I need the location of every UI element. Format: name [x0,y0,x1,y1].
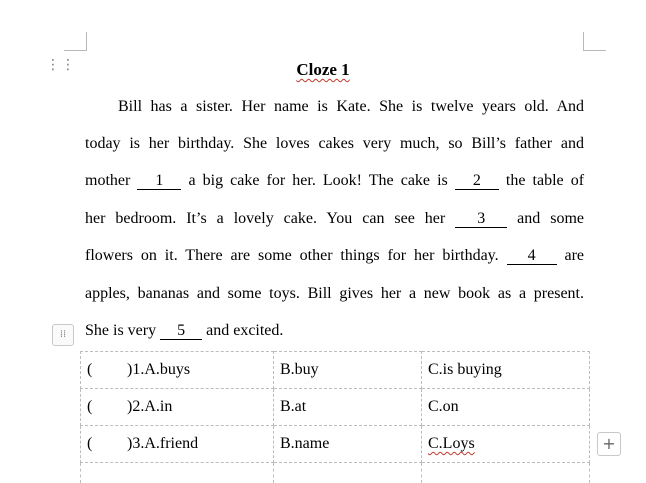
text-segment: She is very [85,322,156,339]
table-row: ()1.A.buys B.buy C.is buying [81,352,590,389]
passage-line-6: apples, bananas and some toys. Bill give… [85,285,584,303]
option-c-cell[interactable]: C.Loys [422,426,590,463]
table-row: ()3.A.friend B.name C.Loys [81,426,590,463]
passage-line-3: mother 1 a big cake for her. Look! The c… [85,172,584,190]
option-b-cell[interactable] [274,463,422,483]
answer-paren: ( [87,435,127,453]
option-a: )3.A.friend [127,435,198,452]
passage-line-5: flowers on it. There are some other thin… [85,247,584,265]
add-row-button[interactable]: + [597,432,621,456]
options-table: ()1.A.buys B.buy C.is buying ()2.A.in B.… [80,351,590,483]
option-c-cell[interactable]: C.is buying [422,352,590,389]
passage-line-4: her bedroom. It’s a lovely cake. You can… [85,210,584,228]
text-segment: her bedroom. It’s a lovely cake. You can… [85,210,445,227]
text-segment: and excited. [206,322,283,339]
blank-3: 3 [455,211,507,228]
blank-1: 1 [137,173,181,190]
option-b: B.at [280,398,306,415]
option-b-cell[interactable]: B.buy [274,352,422,389]
table-row [81,463,590,483]
page-corner-mark-top-left [64,32,87,51]
question-cell[interactable]: ()3.A.friend [81,426,274,463]
option-b-cell[interactable]: B.name [274,426,422,463]
question-cell[interactable]: ()1.A.buys [81,352,274,389]
option-c-cell[interactable] [422,463,590,483]
text-segment: are [565,247,585,264]
question-cell[interactable] [81,463,274,483]
option-c: C.Loys [428,435,475,452]
blank-2: 2 [455,173,499,190]
text-segment: flowers on it. There are some other thin… [85,247,499,264]
text-segment: mother [85,172,130,189]
table-move-handle-icon[interactable]: ⁞⁞ [52,324,74,346]
option-b: B.buy [280,361,319,378]
blank-5: 5 [160,323,202,340]
blank-4: 4 [507,248,557,265]
option-c-cell[interactable]: C.on [422,389,590,426]
option-a: )2.A.in [127,398,172,415]
document-title: Cloze 1 [0,60,646,80]
answer-paren: ( [87,361,127,379]
answer-paren: ( [87,398,127,416]
question-cell[interactable]: ()2.A.in [81,389,274,426]
option-c: C.on [428,398,459,415]
option-c: C.is buying [428,361,502,378]
passage-line-2: today is her birthday. She loves cakes v… [85,135,584,153]
passage-line-1: Bill has a sister. Her name is Kate. She… [118,98,584,116]
page-corner-mark-top-right [583,32,606,51]
table-row: ()2.A.in B.at C.on [81,389,590,426]
option-b-cell[interactable]: B.at [274,389,422,426]
option-b: B.name [280,435,329,452]
text-segment: and some [517,210,584,227]
passage-line-7: She is very 5 and excited. [85,322,584,340]
text-segment: a big cake for her. Look! The cake is [188,172,447,189]
option-a: )1.A.buys [127,361,190,378]
text-segment: the table of [506,172,584,189]
